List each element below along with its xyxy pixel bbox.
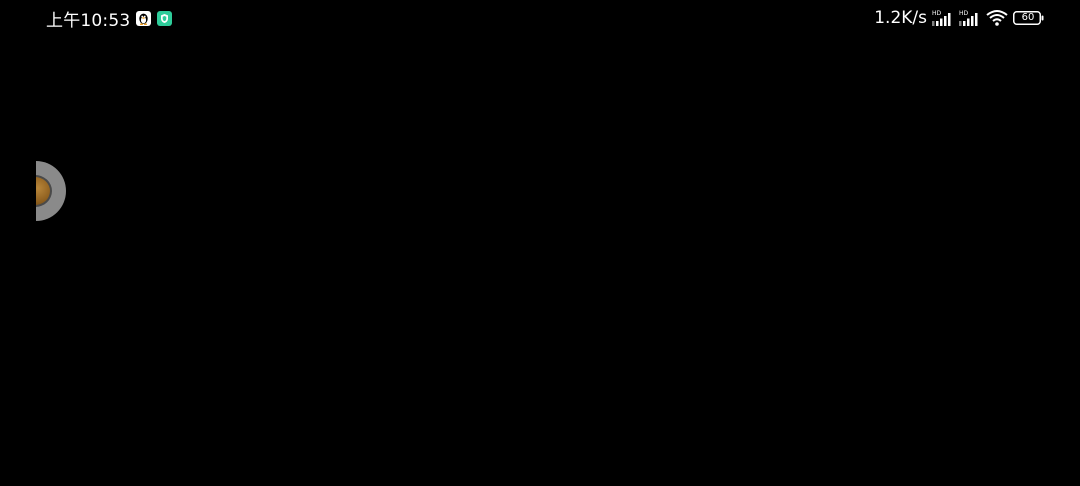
- clock: 上午10:53: [46, 10, 131, 31]
- status-bar: 上午10:53 1.2K/s HD HD 60: [0, 0, 1080, 36]
- status-right: 1.2K/s HD HD 60: [874, 6, 1044, 30]
- network-speed: 1.2K/s: [874, 8, 927, 28]
- cellular-signal-icon: HD: [959, 9, 981, 27]
- qq-penguin-icon: [136, 10, 152, 26]
- battery-icon: 60: [1013, 11, 1044, 25]
- battery-level: 60: [1021, 12, 1035, 23]
- screen: 上午10:53 1.2K/s HD HD 60: [0, 0, 1080, 486]
- signal-hd-label: HD: [959, 10, 969, 17]
- wifi-icon: [986, 9, 1008, 27]
- signal-hd-label: HD: [932, 10, 942, 17]
- security-app-icon: [157, 10, 173, 26]
- floating-ball-button[interactable]: [36, 161, 66, 221]
- status-left: 上午10:53: [46, 6, 173, 31]
- cellular-signal-icon: HD: [932, 9, 954, 27]
